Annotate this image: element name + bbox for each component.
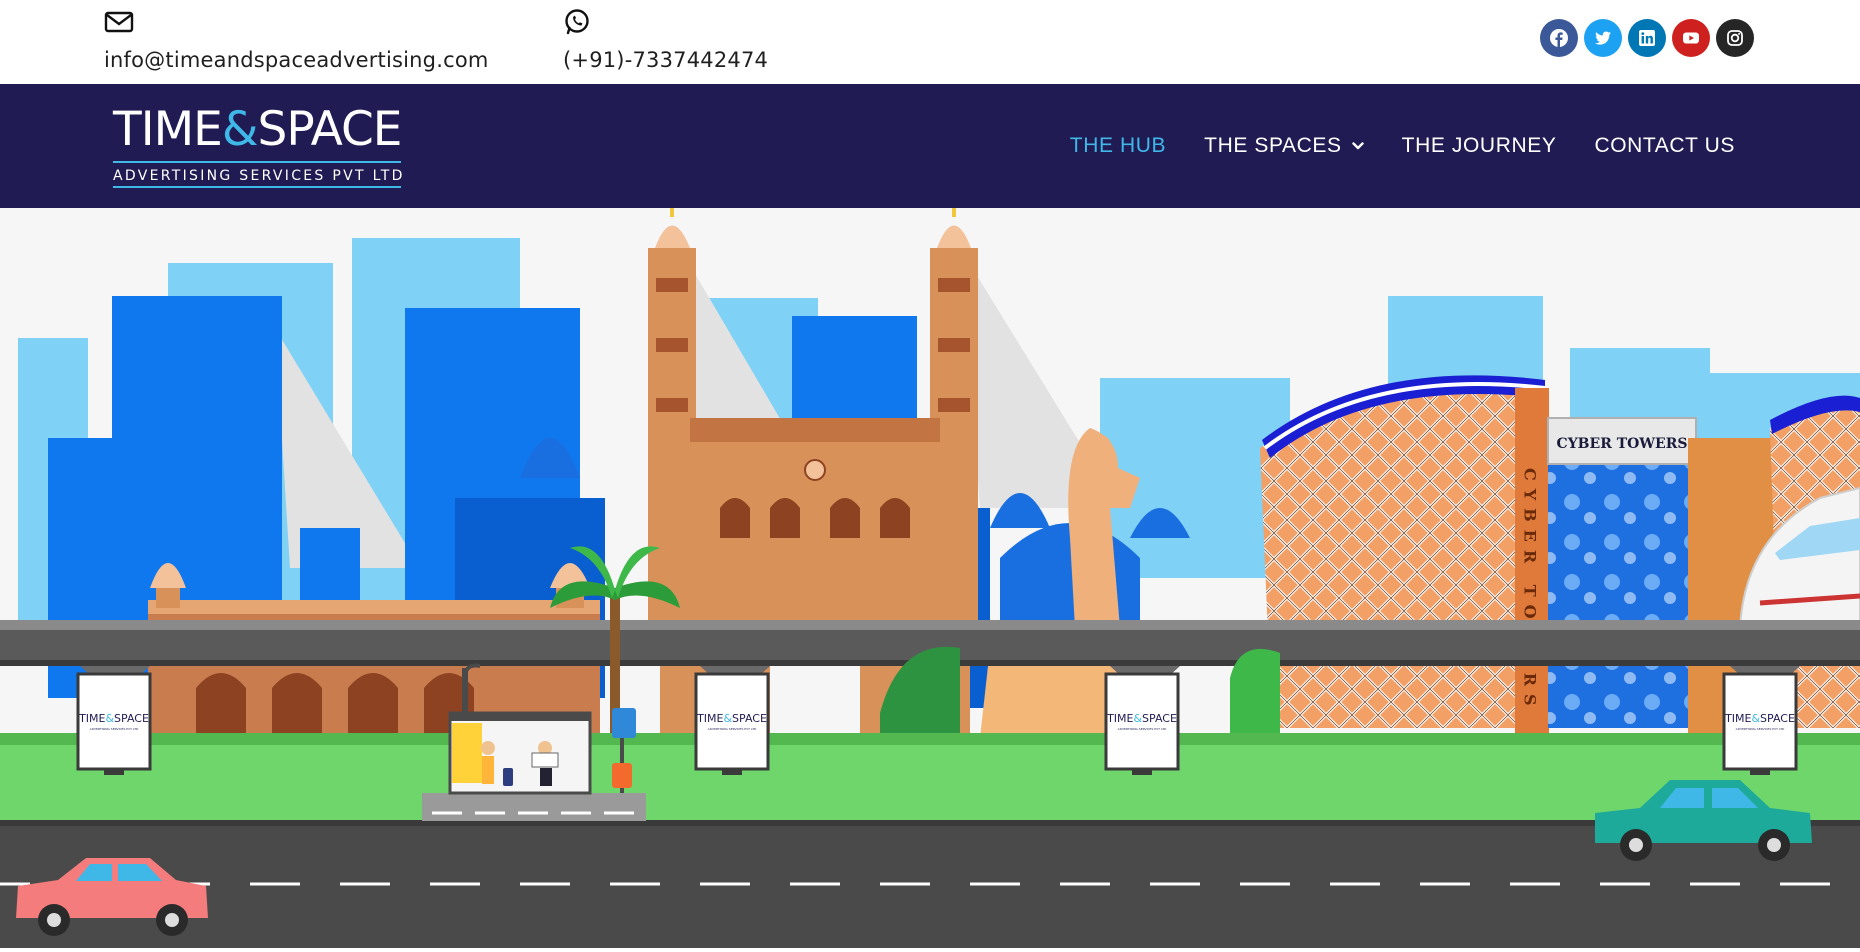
- phone-contact[interactable]: (+91)-7337442474: [563, 8, 768, 72]
- nav-label: THE JOURNEY: [1401, 134, 1557, 157]
- facebook-link[interactable]: [1540, 19, 1578, 57]
- svg-text:ADVERTISING SERVICES PVT LTD: ADVERTISING SERVICES PVT LTD: [1736, 727, 1785, 731]
- nav-the-hub[interactable]: THE HUB: [1070, 134, 1166, 158]
- email-contact[interactable]: info@timeandspaceadvertising.com: [104, 8, 489, 72]
- grass: [0, 733, 1860, 828]
- top-contact-bar: info@timeandspaceadvertising.com (+91)-7…: [0, 0, 1860, 84]
- phone-text[interactable]: (+91)-7337442474: [563, 48, 768, 72]
- linkedin-icon: [1639, 30, 1655, 46]
- nav-label: THE HUB: [1069, 134, 1167, 157]
- logo-tagline: ADVERTISING SERVICES PVT LTD: [113, 168, 405, 184]
- logo-rule-bottom: [113, 186, 401, 188]
- youtube-icon: [1683, 32, 1699, 44]
- page-edge: [0, 948, 1860, 952]
- whatsapp-icon: [565, 9, 589, 35]
- facebook-icon: [1550, 29, 1568, 47]
- youtube-link[interactable]: [1672, 19, 1710, 57]
- svg-text:TIME&SPACE: TIME&SPACE: [1106, 712, 1177, 725]
- site-logo[interactable]: TIME&SPACE ADVERTISING SERVICES PVT LTD: [113, 106, 403, 188]
- road: [0, 820, 1860, 952]
- nav-label: THE SPACES: [1204, 134, 1342, 157]
- svg-text:TIME&SPACE: TIME&SPACE: [696, 712, 767, 725]
- chevron-down-icon: [1351, 142, 1364, 150]
- city-skyline-illustration: CYBER TOWERS CYBER TOWERS TIME&SPACE ADV…: [0, 208, 1860, 952]
- main-menu: THE HUB THE SPACES THE JOURNEY CONTACT U…: [1070, 84, 1735, 208]
- twitter-link[interactable]: [1584, 19, 1622, 57]
- cyber-towers-vertical-text: CYBER TOWERS: [1521, 468, 1540, 714]
- logo-ampersand: &: [221, 102, 259, 157]
- nav-the-journey[interactable]: THE JOURNEY: [1402, 134, 1557, 158]
- instagram-link[interactable]: [1716, 19, 1754, 57]
- nav-the-spaces[interactable]: THE SPACES: [1204, 134, 1364, 158]
- svg-text:TIME&SPACE: TIME&SPACE: [1724, 712, 1795, 725]
- svg-text:ADVERTISING SERVICES PVT LTD: ADVERTISING SERVICES PVT LTD: [708, 727, 757, 731]
- main-navbar: TIME&SPACE ADVERTISING SERVICES PVT LTD …: [0, 84, 1860, 208]
- social-links: [1540, 19, 1754, 57]
- svg-text:ADVERTISING SERVICES PVT LTD: ADVERTISING SERVICES PVT LTD: [90, 727, 139, 731]
- logo-rule: [113, 161, 401, 163]
- logo-word-space: SPACE: [257, 102, 402, 157]
- nav-contact-us[interactable]: CONTACT US: [1594, 134, 1735, 158]
- instagram-icon: [1727, 30, 1743, 46]
- email-text[interactable]: info@timeandspaceadvertising.com: [104, 48, 489, 72]
- envelope-icon: [104, 11, 134, 33]
- hero-illustration: CYBER TOWERS CYBER TOWERS TIME&SPACE ADV…: [0, 208, 1860, 952]
- linkedin-link[interactable]: [1628, 19, 1666, 57]
- svg-text:ADVERTISING SERVICES PVT LTD: ADVERTISING SERVICES PVT LTD: [1118, 727, 1167, 731]
- twitter-icon: [1594, 31, 1611, 45]
- logo-wordmark: TIME&SPACE: [113, 106, 403, 153]
- cyber-towers-sign: CYBER TOWERS: [1557, 436, 1688, 452]
- nav-label: CONTACT US: [1594, 134, 1735, 157]
- logo-word-time: TIME: [113, 102, 223, 157]
- svg-text:TIME&SPACE: TIME&SPACE: [78, 712, 149, 725]
